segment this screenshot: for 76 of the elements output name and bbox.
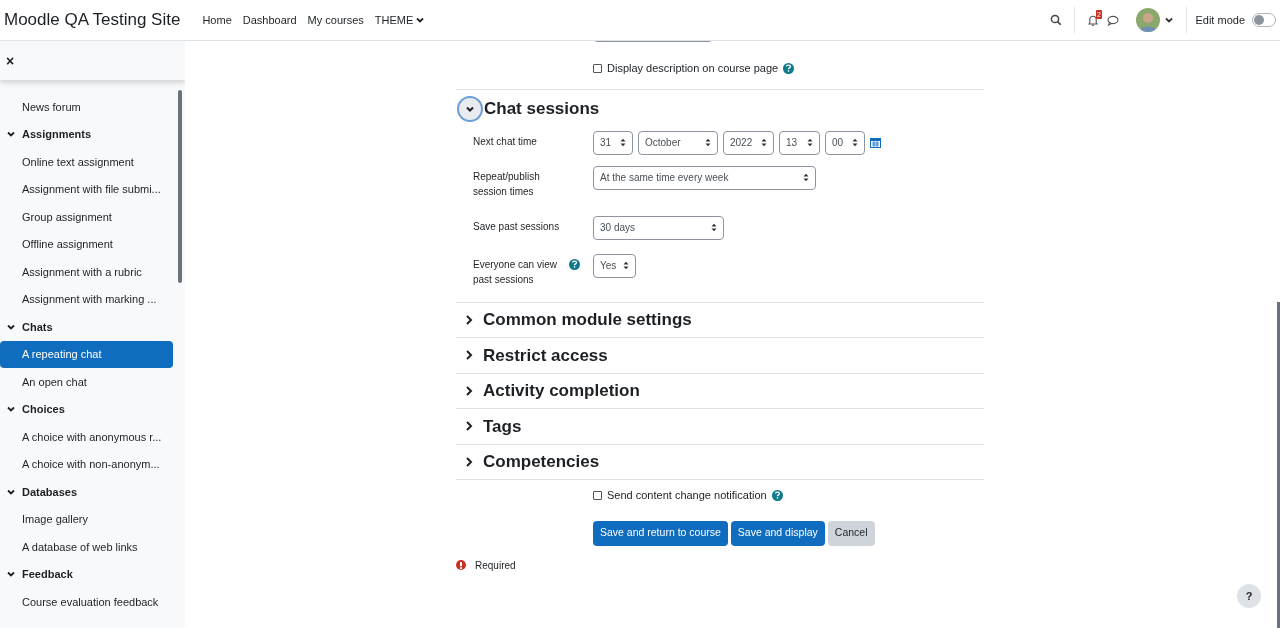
course-index-item[interactable]: A repeating chat [0, 340, 173, 368]
collapse-button[interactable] [457, 95, 483, 122]
required-icon [456, 560, 466, 570]
select-field[interactable]: 00 [825, 130, 865, 155]
course-index-item[interactable]: Assignment with marking ... [0, 285, 173, 313]
user-avatar[interactable] [1136, 8, 1161, 32]
nav-link[interactable]: Dashboard [242, 11, 297, 29]
course-index-item[interactable]: Offline assignment [0, 230, 173, 258]
section-heading[interactable]: Choices [22, 401, 65, 418]
section-title[interactable]: Competencies [483, 449, 600, 475]
scrollbar[interactable] [1277, 302, 1280, 628]
nav-link[interactable]: My courses [307, 11, 364, 29]
sort-arrows-icon [761, 138, 767, 147]
field-label: Save past sessions [473, 219, 561, 234]
field-label: Next chat time [473, 134, 538, 149]
field-label: Repeat/publish session times [473, 169, 541, 199]
edit-mode-label: Edit mode [1195, 12, 1245, 28]
form-button[interactable]: Save and display [730, 520, 825, 546]
select-field[interactable]: At the same time every week [593, 165, 816, 190]
help-button[interactable]: ? [1237, 584, 1261, 608]
search-icon[interactable] [1050, 14, 1063, 26]
select-field[interactable]: Yes [593, 253, 636, 278]
site-name[interactable]: Moodle QA Testing Site [4, 7, 181, 33]
section-heading[interactable]: Chats [22, 318, 53, 335]
checkbox[interactable] [593, 63, 602, 73]
course-index-item[interactable]: Image gallery [0, 505, 173, 533]
checkbox-label: Display description on course page [607, 61, 779, 76]
course-index-item[interactable]: Group assignment [0, 203, 173, 231]
section-title[interactable]: Activity completion [483, 378, 640, 404]
calendar-icon[interactable] [870, 137, 881, 148]
course-index-item[interactable]: A choice with anonymous r... [0, 423, 173, 451]
nav-link[interactable]: THEME [374, 11, 426, 29]
required-note: Required [475, 558, 516, 573]
section-heading[interactable]: Assignments [22, 126, 92, 143]
field-label: Everyone can view past sessions [473, 257, 558, 287]
sort-arrows-icon [620, 138, 626, 147]
select-field[interactable]: 30 days [593, 215, 724, 240]
sort-arrows-icon [852, 138, 858, 147]
bell-icon[interactable] [1087, 13, 1100, 27]
select-field[interactable]: 2022 [723, 130, 774, 155]
course-index-item[interactable]: An open chat [0, 368, 173, 396]
sort-arrows-icon [623, 261, 629, 270]
sort-arrows-icon [807, 138, 813, 147]
course-index-item[interactable]: A database of web links [0, 533, 173, 561]
form-button[interactable]: Save and return to course [593, 520, 728, 546]
caret-icon [415, 15, 426, 25]
course-index-item[interactable]: A choice with non-anonym... [0, 450, 173, 478]
section-title[interactable]: Restrict access [483, 342, 608, 368]
select-field[interactable]: 13 [779, 130, 820, 155]
edit-mode-toggle[interactable] [1252, 13, 1276, 27]
help-icon[interactable] [569, 258, 580, 270]
chat-icon[interactable] [1107, 14, 1120, 26]
form-button[interactable]: Cancel [827, 520, 875, 546]
sort-arrows-icon [711, 223, 717, 232]
section-heading[interactable]: Feedback [22, 566, 73, 583]
scrollbar[interactable] [178, 90, 182, 283]
section-title[interactable]: Common module settings [483, 307, 692, 333]
checkbox-label: Send content change notification [607, 488, 767, 503]
help-icon[interactable] [783, 62, 795, 74]
course-index-item[interactable]: Online text assignment [0, 148, 173, 176]
section-heading[interactable]: Databases [22, 483, 78, 500]
select-field[interactable]: 31 [593, 130, 633, 155]
nav-link[interactable]: Home [202, 11, 232, 29]
close-button[interactable]: × [6, 53, 15, 68]
course-index-item[interactable]: Course evaluation feedback [0, 588, 173, 616]
select-field[interactable]: October [638, 130, 718, 155]
checkbox[interactable] [593, 490, 602, 500]
help-icon[interactable] [771, 489, 783, 501]
caret-icon [1164, 15, 1175, 25]
sort-arrows-icon [705, 138, 711, 147]
section-title: Chat sessions [484, 97, 600, 120]
course-index-item[interactable]: Assignment with file submi... [0, 175, 173, 203]
sort-arrows-icon [803, 173, 809, 182]
course-index-item[interactable]: News forum [0, 93, 173, 121]
course-index-item[interactable]: Assignment with a rubric [0, 258, 173, 286]
section-title[interactable]: Tags [483, 413, 522, 439]
